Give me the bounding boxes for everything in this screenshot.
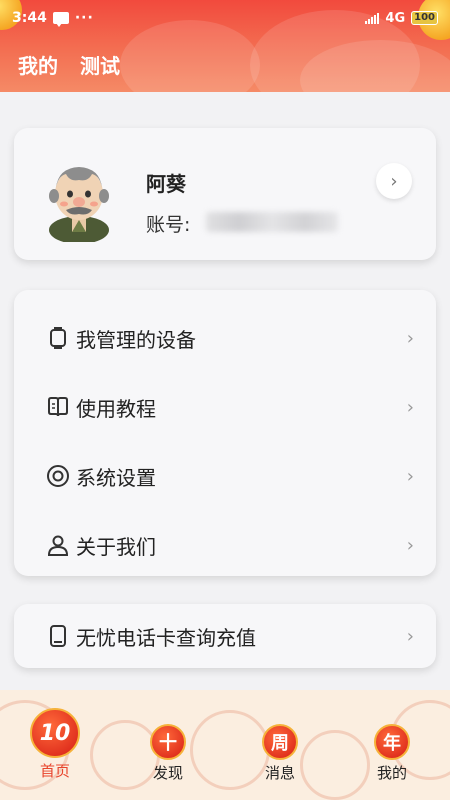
header-banner: 3:44 ··· 4G 100 我的 测试: [0, 0, 450, 92]
menu-label: 我管理的设备: [76, 327, 196, 352]
phone-card-icon: [50, 625, 66, 647]
sim-recharge-card[interactable]: 无忧电话卡查询充值 ›: [14, 604, 436, 668]
watch-icon: [50, 327, 66, 349]
status-bar: 3:44 ··· 4G 100: [0, 0, 450, 36]
chevron-right-icon: ›: [406, 534, 414, 556]
settings-ring-icon: [47, 465, 69, 487]
battery-icon: 100: [411, 11, 438, 25]
chevron-right-icon: ›: [406, 327, 414, 349]
message-icon: [52, 12, 69, 27]
blurred-account-number: [206, 212, 338, 232]
nav-label: 首页: [39, 762, 70, 780]
menu-label: 无忧电话卡查询充值: [76, 625, 256, 650]
home-badge-icon: 10: [30, 708, 80, 758]
profile-card[interactable]: 阿葵 账号: ›: [14, 128, 436, 260]
messages-badge-icon: 周: [262, 724, 298, 760]
menu-item-about-us[interactable]: 关于我们 ›: [14, 515, 436, 575]
nav-mine[interactable]: 年 我的: [374, 724, 410, 783]
network-type: 4G: [385, 10, 406, 26]
menu-item-tutorial[interactable]: 使用教程 ›: [14, 377, 436, 437]
profile-arrow-button[interactable]: ›: [376, 163, 412, 199]
menu-label: 关于我们: [76, 534, 156, 559]
avatar: [49, 167, 109, 242]
signal-icon: [365, 12, 380, 24]
menu-item-sim-recharge[interactable]: 无忧电话卡查询充值 ›: [14, 606, 436, 666]
nav-label: 发现: [152, 764, 183, 782]
discover-badge-icon: 十: [150, 724, 186, 760]
profile-name: 阿葵: [146, 172, 186, 196]
chevron-right-icon: ›: [406, 625, 414, 647]
tab-test[interactable]: 测试: [80, 50, 120, 79]
account-label: 账号:: [146, 214, 191, 236]
chevron-right-icon: ›: [406, 396, 414, 418]
status-dots: ···: [74, 10, 94, 26]
nav-discover[interactable]: 十 发现: [150, 724, 186, 783]
tab-mine[interactable]: 我的: [18, 50, 58, 79]
status-time: 3:44: [12, 10, 47, 26]
header-tabs: 我的 测试: [18, 50, 120, 79]
book-icon: [48, 397, 68, 417]
menu-card: 我管理的设备 › 使用教程 › 系统设置 › 关于我们 ›: [14, 290, 436, 576]
menu-label: 系统设置: [76, 465, 156, 490]
nav-label: 我的: [376, 764, 407, 782]
menu-item-my-devices[interactable]: 我管理的设备 ›: [14, 308, 436, 368]
chevron-right-icon: ›: [406, 465, 414, 487]
bottom-nav: 10 首页 十 发现 周 消息 年 我的: [0, 708, 450, 800]
person-icon: [47, 535, 69, 556]
nav-home[interactable]: 10 首页: [30, 708, 80, 781]
menu-label: 使用教程: [76, 396, 156, 421]
status-right: 4G 100: [365, 11, 438, 26]
nav-messages[interactable]: 周 消息: [262, 724, 298, 783]
nav-label: 消息: [264, 764, 295, 782]
mine-badge-icon: 年: [374, 724, 410, 760]
menu-item-system-settings[interactable]: 系统设置 ›: [14, 446, 436, 506]
